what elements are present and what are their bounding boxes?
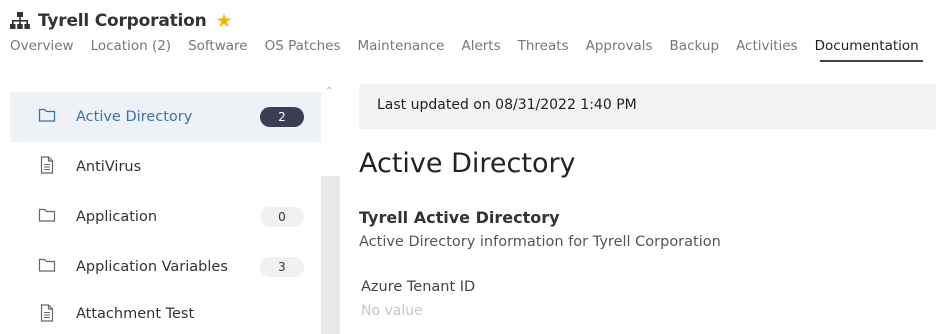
- sidebar-item-active-directory[interactable]: Active Directory 2: [10, 92, 322, 142]
- star-icon[interactable]: ★: [216, 11, 233, 31]
- org-title: Tyrell Corporation: [38, 11, 207, 31]
- sidebar-item-antivirus[interactable]: AntiVirus: [10, 142, 322, 192]
- tab-os-patches[interactable]: OS Patches: [265, 38, 341, 62]
- folder-icon: [38, 108, 56, 122]
- chevron-up-icon[interactable]: ⌃: [325, 86, 333, 97]
- last-updated-banner: Last updated on 08/31/2022 1:40 PM: [359, 84, 936, 129]
- page-title: Active Directory: [359, 148, 576, 179]
- tab-threats[interactable]: Threats: [518, 38, 569, 62]
- tab-software[interactable]: Software: [188, 38, 248, 62]
- document-icon: [40, 304, 54, 322]
- folder-icon: [38, 208, 56, 222]
- sidebar-item-label: Application Variables: [76, 259, 228, 275]
- tab-bar: Overview Location (2) Software OS Patche…: [10, 38, 936, 62]
- folder-icon: [38, 258, 56, 272]
- asset-name: Tyrell Active Directory: [359, 208, 560, 227]
- documentation-sidebar: Active Directory 2 AntiVirus Application…: [10, 92, 322, 334]
- document-icon: [40, 156, 54, 174]
- page-header: Tyrell Corporation ★: [10, 10, 233, 32]
- last-updated-text: Last updated on 08/31/2022 1:40 PM: [377, 97, 637, 113]
- asset-description: Active Directory information for Tyrell …: [359, 234, 721, 250]
- sitemap-icon: [10, 12, 30, 29]
- sidebar-item-attachment-test[interactable]: Attachment Test: [10, 292, 322, 334]
- sidebar-item-application-variables[interactable]: Application Variables 3: [10, 242, 322, 292]
- scrollbar-thumb[interactable]: [321, 176, 340, 334]
- field-label: Azure Tenant ID: [361, 279, 476, 295]
- sidebar-item-label: Application: [76, 209, 158, 225]
- sidebar-item-label: Attachment Test: [76, 306, 195, 322]
- count-badge: 3: [260, 257, 304, 277]
- tab-activities[interactable]: Activities: [736, 38, 798, 62]
- active-tab-indicator: [820, 60, 923, 62]
- tab-documentation[interactable]: Documentation: [815, 38, 919, 62]
- sidebar-item-label: Active Directory: [76, 109, 193, 125]
- count-badge: 0: [260, 207, 304, 227]
- tab-maintenance[interactable]: Maintenance: [358, 38, 445, 62]
- tab-alerts[interactable]: Alerts: [461, 38, 500, 62]
- tab-overview[interactable]: Overview: [10, 38, 74, 62]
- tab-location[interactable]: Location (2): [91, 38, 172, 62]
- tab-approvals[interactable]: Approvals: [586, 38, 653, 62]
- sidebar-item-application[interactable]: Application 0: [10, 192, 322, 242]
- count-badge: 2: [260, 107, 304, 127]
- field-value: No value: [361, 303, 423, 319]
- tab-backup[interactable]: Backup: [670, 38, 720, 62]
- sidebar-item-label: AntiVirus: [76, 159, 142, 175]
